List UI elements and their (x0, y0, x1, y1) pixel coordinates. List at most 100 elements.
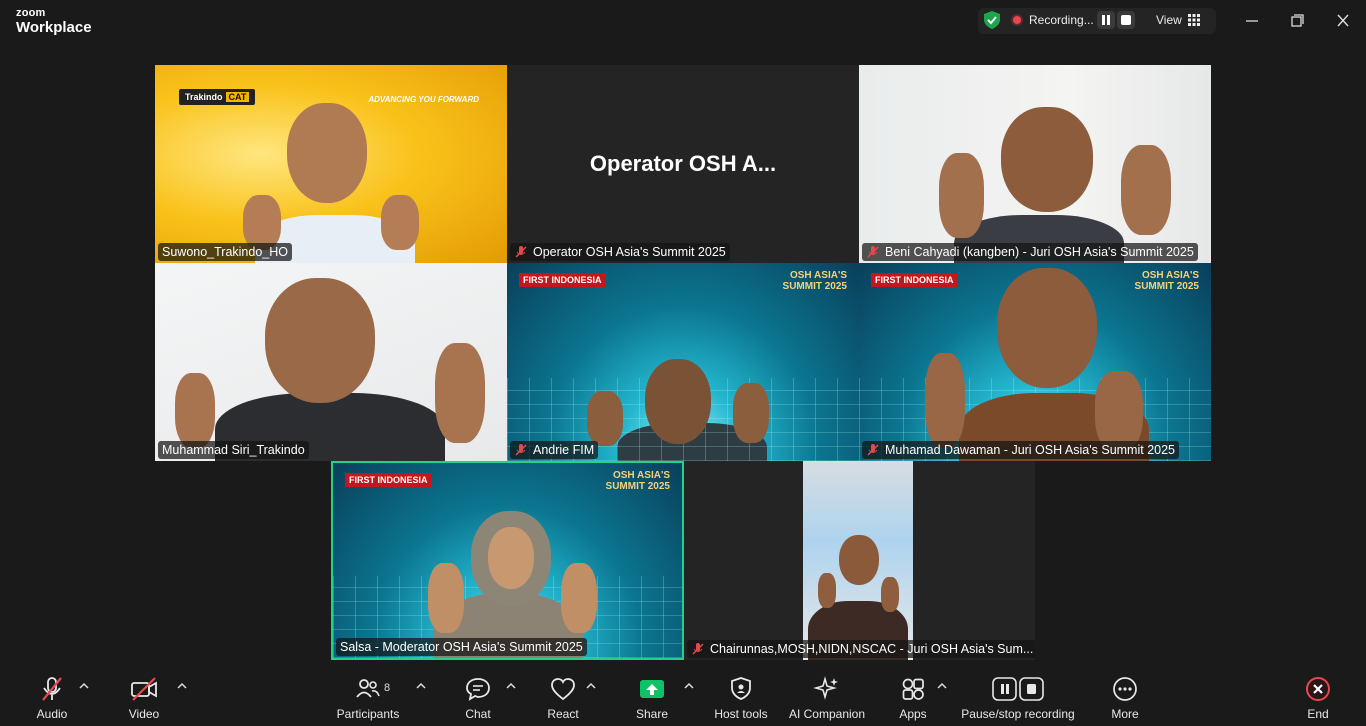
participant-name: Suwono_Trakindo_HO (158, 243, 292, 261)
restore-icon[interactable] (1285, 10, 1309, 32)
thumb-left (587, 391, 623, 446)
thumb-left (939, 153, 984, 238)
participant-name: Beni Cahyadi (kangben) - Juri OSH Asia's… (885, 245, 1194, 259)
participant-name: Salsa - Moderator OSH Asia's Summit 2025 (336, 638, 587, 656)
more-icon (1113, 677, 1137, 701)
participant-display-name: Operator OSH A... (589, 151, 777, 176)
react-label: React (547, 707, 579, 721)
sparkle-icon (813, 676, 838, 700)
end-meeting-button[interactable]: End (1296, 670, 1340, 724)
thumb-left (925, 353, 965, 448)
end-label: End (1307, 707, 1329, 721)
person-face (488, 527, 534, 589)
participant-name-tag: Muhamad Dawaman - Juri OSH Asia's Summit… (862, 441, 1179, 459)
participant-name: Andrie FIM (533, 443, 595, 457)
apps-label: Apps (899, 707, 927, 721)
share-screen-icon (640, 680, 664, 698)
share-button[interactable]: Share (626, 670, 678, 724)
pause-recording-button[interactable] (1097, 11, 1115, 29)
stop-recording-button[interactable] (1117, 11, 1135, 29)
chat-button[interactable]: Chat (452, 670, 504, 724)
summit-logo: OSH ASIA'S SUMMIT 2025 (1134, 270, 1199, 292)
share-options-chevron-icon[interactable] (684, 682, 694, 690)
participants-button[interactable]: Participants (332, 670, 404, 724)
chat-label: Chat (465, 707, 491, 721)
recording-status: Recording... (1029, 13, 1094, 27)
audio-button[interactable]: Audio (22, 670, 82, 724)
app-logo: zoom Workplace (16, 7, 92, 36)
video-tile-operator[interactable]: Operator OSH A... Operator OSH Asia's Su… (507, 65, 859, 263)
meeting-toolbar: Audio Video Participants 8 Chat React Sh… (0, 666, 1366, 726)
person-head (997, 268, 1097, 388)
participant-name-tag: Chairunnas,MOSH,NIDN,NSCAC - Juri OSH As… (687, 640, 1035, 658)
pause-stop-label: Pause/stop recording (961, 707, 1075, 721)
heart-icon (551, 678, 575, 701)
person-head (287, 103, 367, 203)
thumb-right (1095, 371, 1143, 451)
minimize-icon[interactable] (1240, 10, 1264, 32)
video-options-chevron-icon[interactable] (177, 682, 187, 690)
participants-icon (356, 679, 380, 698)
chat-options-chevron-icon[interactable] (506, 682, 516, 690)
muted-mic-icon (867, 246, 879, 258)
apps-icon (902, 678, 924, 700)
thumb-right (1121, 145, 1171, 235)
participant-name-tag: Andrie FIM (510, 441, 599, 459)
video-tile-chairunnas[interactable]: Chairunnas,MOSH,NIDN,NSCAC - Juri OSH As… (684, 461, 1035, 660)
video-tile-muhammad-siri[interactable]: Muhammad Siri_Trakindo (155, 263, 507, 461)
host-tools-label: Host tools (714, 707, 768, 721)
title-bar: zoom Workplace Recording... View (0, 0, 1366, 44)
video-tile-muhamad-dawaman[interactable]: FIRST INDONESIA OSH ASIA'S SUMMIT 2025 M… (859, 263, 1211, 461)
close-icon[interactable] (1331, 10, 1355, 32)
participant-name: Chairunnas,MOSH,NIDN,NSCAC - Juri OSH As… (710, 642, 1034, 656)
end-close-icon (1306, 677, 1330, 701)
muted-mic-icon (42, 677, 62, 701)
pause-stop-icon (992, 677, 1044, 701)
host-tools-button[interactable]: Host tools (708, 670, 774, 724)
security-shield-icon[interactable] (984, 11, 1000, 29)
ai-companion-button[interactable]: AI Companion (786, 670, 868, 724)
muted-mic-icon (515, 246, 527, 258)
participant-name-tag: Operator OSH Asia's Summit 2025 (510, 243, 730, 261)
apps-options-chevron-icon[interactable] (937, 682, 947, 690)
apps-button[interactable]: Apps (890, 670, 936, 724)
view-button[interactable]: View (1156, 13, 1182, 27)
grid-view-icon[interactable] (1188, 14, 1200, 26)
pause-stop-recording-button[interactable]: Pause/stop recording (958, 670, 1078, 724)
first-indonesia-logo: FIRST INDONESIA (519, 273, 606, 287)
thumb-left (243, 195, 281, 250)
shield-icon (731, 677, 751, 700)
audio-label: Audio (36, 707, 68, 721)
video-label: Video (128, 707, 160, 721)
person-head (1001, 107, 1093, 212)
logo-brand: zoom (16, 7, 46, 19)
more-label: More (1111, 707, 1139, 721)
logo-product: Workplace (16, 19, 92, 36)
participant-name: Muhammad Siri_Trakindo (158, 441, 309, 459)
thumb-right (561, 563, 597, 633)
ai-companion-label: AI Companion (788, 707, 866, 721)
video-tile-andrie[interactable]: FIRST INDONESIA OSH ASIA'S SUMMIT 2025 A… (507, 263, 859, 461)
video-tile-salsa-active-speaker[interactable]: FIRST INDONESIA OSH ASIA'S SUMMIT 2025 S… (331, 461, 684, 660)
thumb-right (381, 195, 419, 250)
person-head (265, 278, 375, 403)
thumb-left (818, 573, 836, 608)
audio-options-chevron-icon[interactable] (79, 682, 89, 690)
video-tile-beni[interactable]: Beni Cahyadi (kangben) - Juri OSH Asia's… (859, 65, 1211, 263)
brand-logo: Trakindo CAT (179, 89, 256, 105)
participants-options-chevron-icon[interactable] (416, 682, 426, 690)
react-options-chevron-icon[interactable] (586, 682, 596, 690)
portrait-video (803, 461, 913, 660)
participants-count: 8 (384, 682, 391, 694)
react-button[interactable]: React (536, 670, 590, 724)
thumb-right (733, 383, 769, 443)
chat-icon (466, 678, 490, 701)
thumb-right (435, 343, 485, 443)
thumb-left (175, 373, 215, 448)
more-button[interactable]: More (1102, 670, 1148, 724)
person-head (645, 359, 711, 444)
share-label: Share (635, 707, 669, 721)
video-button[interactable]: Video (114, 670, 174, 724)
summit-logo: OSH ASIA'S SUMMIT 2025 (782, 270, 847, 292)
video-tile-suwono[interactable]: Trakindo CAT ADVANCING YOU FORWARD Suwono… (155, 65, 507, 263)
